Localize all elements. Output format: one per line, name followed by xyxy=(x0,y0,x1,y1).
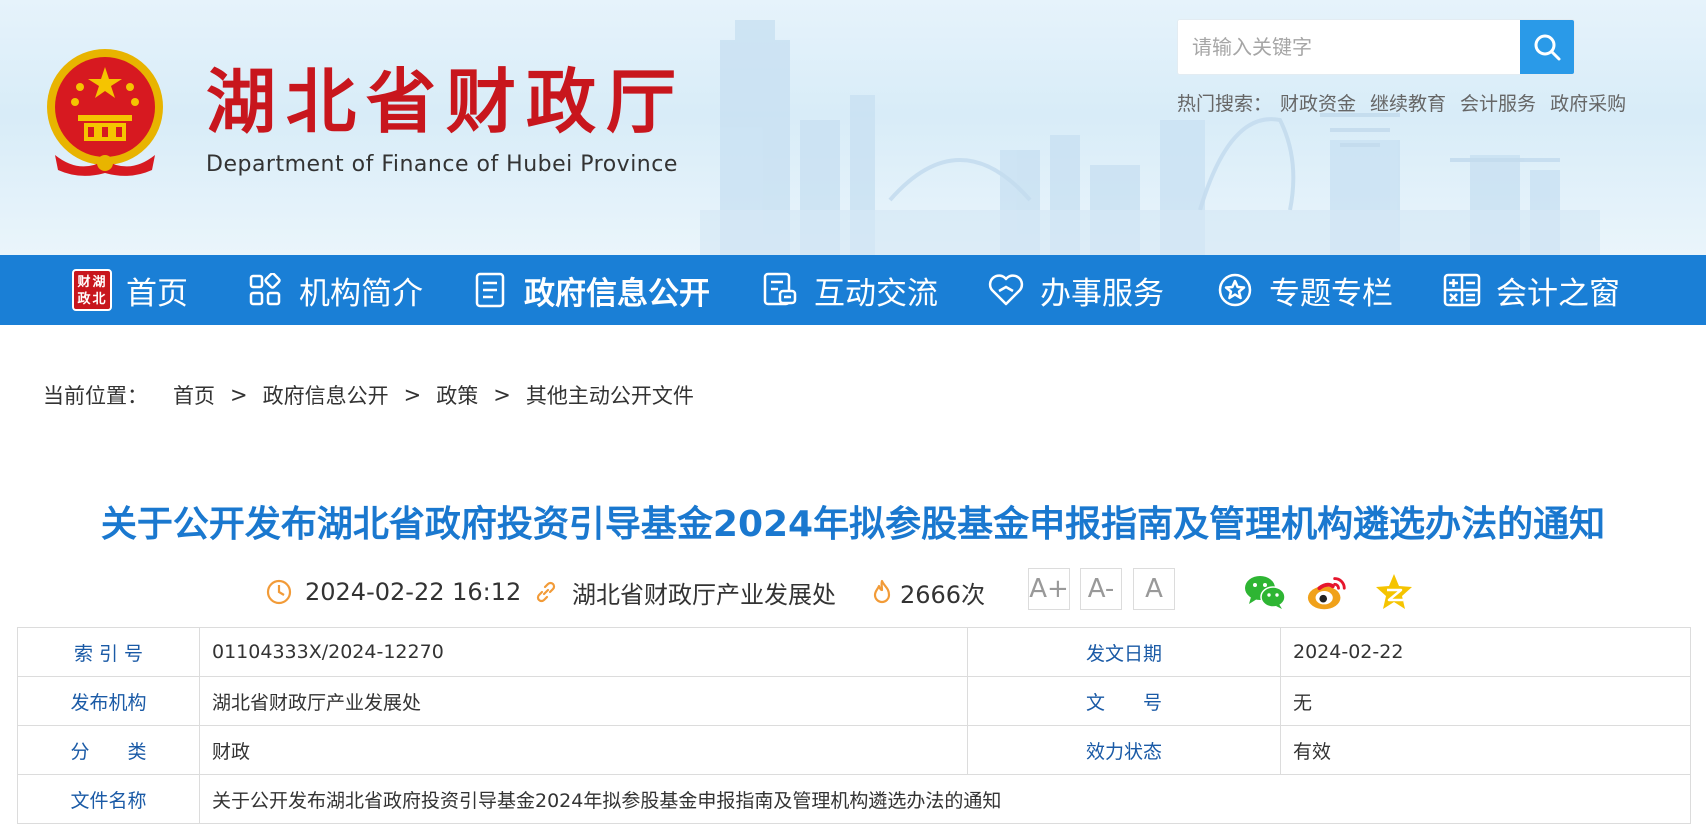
grid-icon xyxy=(245,270,285,310)
link-icon xyxy=(532,578,560,606)
logo-character: 政 xyxy=(77,291,91,307)
qzone-icon xyxy=(1376,574,1412,609)
issue-date-value: 2024-02-22 xyxy=(1280,627,1691,677)
star-circle-icon xyxy=(1215,270,1255,310)
weibo-icon xyxy=(1307,577,1346,610)
breadcrumb-item-gov-info[interactable]: 政府信息公开 xyxy=(263,380,389,410)
hot-search-label: 热门搜索： xyxy=(1177,93,1273,115)
share-weibo-button[interactable] xyxy=(1306,570,1350,614)
publisher-label: 发布机构 xyxy=(17,676,200,726)
publisher-value: 湖北省财政厅产业发展处 xyxy=(199,676,968,726)
hot-search-item[interactable]: 会计服务 xyxy=(1460,89,1536,116)
table-row: 发布机构 湖北省财政厅产业发展处 文 号 无 xyxy=(17,676,1691,726)
nav-item-accounting[interactable]: 会计之窗 xyxy=(1442,255,1620,325)
nav-item-topics[interactable]: 专题专栏 xyxy=(1215,255,1393,325)
site-name-english: Department of Finance of Hubei Province xyxy=(206,152,678,177)
calculator-icon xyxy=(1442,270,1482,310)
hot-search-item[interactable]: 政府采购 xyxy=(1550,89,1626,116)
search-button[interactable] xyxy=(1520,20,1574,74)
breadcrumb-label: 当前位置： xyxy=(43,384,148,408)
document-number-value: 无 xyxy=(1280,676,1691,726)
logo-character: 湖 xyxy=(92,275,105,290)
nav-item-home[interactable]: 湖北财政 首页 xyxy=(72,255,188,325)
document-icon xyxy=(470,270,510,310)
table-row: 文件名称 关于公开发布湖北省政府投资引导基金2024年拟参股基金申报指南及管理机… xyxy=(17,774,1691,824)
nav-label: 办事服务 xyxy=(1040,275,1164,312)
logo-character: 北 xyxy=(92,292,105,307)
nav-label: 会计之窗 xyxy=(1496,275,1620,312)
font-size-reset-button[interactable]: A xyxy=(1133,568,1175,610)
hot-search: 热门搜索： 财政资金 继续教育 会计服务 政府采购 xyxy=(1177,89,1640,116)
heart-icon xyxy=(986,270,1026,310)
index-number-value: 01104333X/2024-12270 xyxy=(199,627,968,677)
article-meta: 2024-02-22 16:12 湖北省财政厅产业发展处 2666次 xyxy=(0,568,1706,616)
breadcrumb-item-other-files[interactable]: 其他主动公开文件 xyxy=(526,380,694,410)
wechat-icon xyxy=(1245,576,1286,609)
category-label: 分 类 xyxy=(17,725,200,775)
national-emblem-icon xyxy=(47,49,163,176)
nav-item-services[interactable]: 办事服务 xyxy=(986,255,1164,325)
breadcrumb-separator: > xyxy=(493,383,511,407)
index-number-label: 索 引 号 xyxy=(17,627,200,677)
font-size-increase-button[interactable]: A+ xyxy=(1028,568,1070,610)
breadcrumb: 当前位置： 首页 > 政府信息公开 > 政策 > 其他主动公开文件 xyxy=(43,380,694,410)
view-count: 2666次 xyxy=(868,568,985,616)
hubei-finance-logo-icon: 湖北财政 xyxy=(72,269,112,311)
article-title: 关于公开发布湖北省政府投资引导基金2024年拟参股基金申报指南及管理机构遴选办法… xyxy=(100,504,1606,545)
main-nav: 湖北财政 首页 机构简介 政府信息公开 互动交流 办事服务 专题专栏 会计之窗 xyxy=(0,255,1706,325)
table-row: 索 引 号 01104333X/2024-12270 发文日期 2024-02-… xyxy=(17,627,1691,677)
site-name: 湖北省财政厅 xyxy=(206,60,686,143)
publish-source: 湖北省财政厅产业发展处 xyxy=(532,568,836,616)
flame-icon xyxy=(868,578,896,606)
validity-status-label: 效力状态 xyxy=(967,725,1281,775)
view-count-text: 2666次 xyxy=(900,580,986,609)
chat-document-icon xyxy=(760,270,800,310)
publish-datetime: 2024-02-22 16:12 xyxy=(265,568,521,616)
breadcrumb-separator: > xyxy=(403,383,422,407)
search-input[interactable] xyxy=(1178,20,1522,74)
font-size-decrease-label: A- xyxy=(1087,574,1115,604)
nav-label: 机构简介 xyxy=(299,275,423,312)
category-value: 财政 xyxy=(199,725,968,775)
logo-character: 财 xyxy=(77,274,90,290)
file-name-value: 关于公开发布湖北省政府投资引导基金2024年拟参股基金申报指南及管理机构遴选办法… xyxy=(199,774,1691,824)
font-size-reset-label: A xyxy=(1145,574,1163,604)
search-box xyxy=(1177,19,1575,75)
nav-item-about[interactable]: 机构简介 xyxy=(245,255,423,325)
hot-search-item[interactable]: 财政资金 xyxy=(1280,89,1356,116)
nav-label: 首页 xyxy=(126,275,188,312)
validity-status-value: 有效 xyxy=(1280,725,1691,775)
nav-item-interaction[interactable]: 互动交流 xyxy=(760,255,938,325)
font-size-increase-label: A+ xyxy=(1029,574,1069,604)
font-size-decrease-button[interactable]: A- xyxy=(1080,568,1122,610)
site-header: 湖北省财政厅 Department of Finance of Hubei Pr… xyxy=(0,0,1706,255)
table-row: 分 类 财政 效力状态 有效 xyxy=(17,725,1691,775)
breadcrumb-separator: > xyxy=(230,383,248,407)
hot-search-item[interactable]: 继续教育 xyxy=(1370,89,1446,116)
breadcrumb-item-home[interactable]: 首页 xyxy=(173,380,215,410)
document-number-label: 文 号 xyxy=(967,676,1281,726)
publish-source-text: 湖北省财政厅产业发展处 xyxy=(572,580,836,609)
nav-label: 政府信息公开 xyxy=(524,275,710,312)
clock-icon xyxy=(265,578,293,606)
file-name-label: 文件名称 xyxy=(17,774,200,824)
nav-item-gov-info[interactable]: 政府信息公开 xyxy=(470,255,710,325)
share-qzone-button[interactable] xyxy=(1372,570,1416,614)
share-wechat-button[interactable] xyxy=(1243,570,1287,614)
nav-label: 互动交流 xyxy=(814,275,938,312)
breadcrumb-item-policy[interactable]: 政策 xyxy=(436,380,478,410)
nav-label: 专题专栏 xyxy=(1269,275,1393,312)
publish-datetime-text: 2024-02-22 16:12 xyxy=(305,578,522,606)
issue-date-label: 发文日期 xyxy=(967,627,1281,677)
document-info-table: 索 引 号 01104333X/2024-12270 发文日期 2024-02-… xyxy=(17,627,1691,824)
search-icon xyxy=(1534,34,1561,61)
